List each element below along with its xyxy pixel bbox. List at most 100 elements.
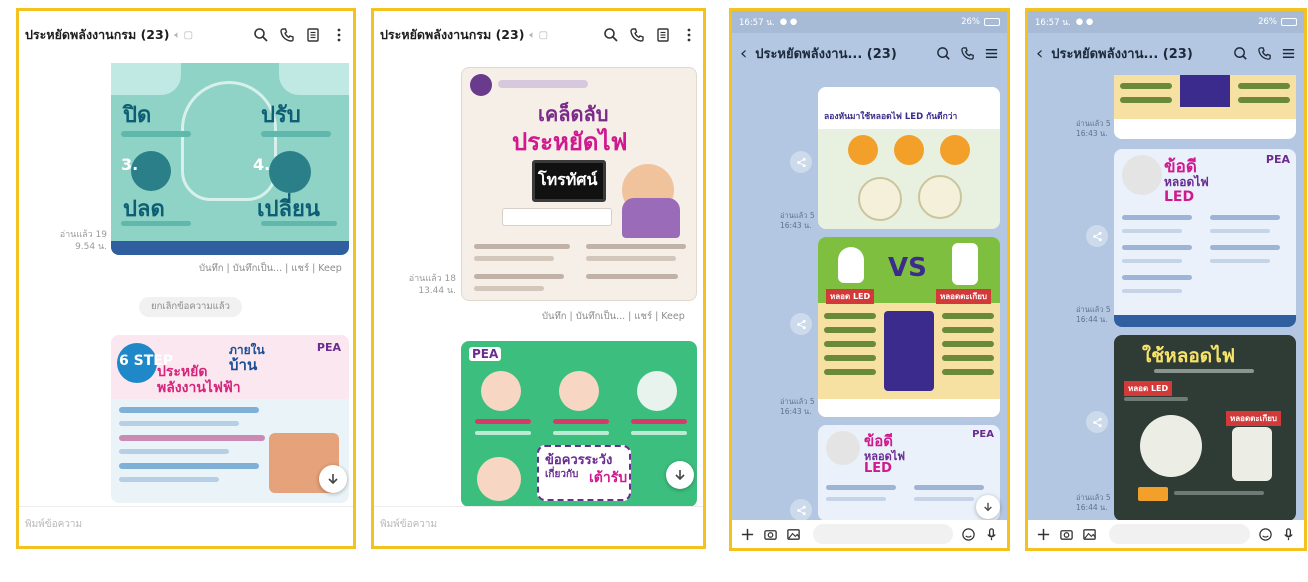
chat-title: ประหยัดพลังงานกรม (23) <box>380 27 525 42</box>
mobile-input-bar <box>1028 520 1304 548</box>
read-count: อ่านแล้ว 18 <box>408 274 456 284</box>
share-button[interactable] <box>790 313 812 335</box>
scroll-down-button[interactable] <box>319 465 347 493</box>
phone-icon[interactable] <box>960 46 975 61</box>
more-menu-icon[interactable] <box>681 27 697 43</box>
share-button[interactable] <box>1086 411 1108 433</box>
chat-header: ‹ ประหยัดพลังงาน... (23) <box>732 33 1007 73</box>
arrow-down-icon <box>984 502 992 512</box>
status-bar: 16:57 น. ● ● 26% <box>1028 11 1304 33</box>
cfl-bulb-icon <box>952 243 978 285</box>
led-bulb-icon <box>838 247 864 283</box>
read-receipt: อ่านแล้ว 5 16:43 น. <box>780 397 815 417</box>
chat-title: ประหยัดพลังงาน... (23) <box>1051 46 1193 62</box>
pea-logo: PEA <box>1265 153 1290 166</box>
chat-panel-mobile-2: 16:57 น. ● ● 26% ‹ ประหยัดพลังงาน... (23… <box>1025 8 1307 551</box>
chat-header: ประหยัดพลังงานกรม (23) 🔈︎ ▢ <box>19 11 353 59</box>
menu-icon[interactable] <box>1281 46 1296 61</box>
socket-safety-poster[interactable]: PEA ข้อควรระวัง เกี่ยวกับ เต้ารับ <box>461 341 697 507</box>
poster-inhome-b: บ้าน <box>229 356 258 374</box>
image-icon[interactable] <box>1082 527 1097 542</box>
mobile-input-bar <box>732 520 1007 548</box>
read-receipt: อ่านแล้ว 5 16:44 น. <box>1076 493 1111 513</box>
read-receipt: อ่านแล้ว 19 9.54 น. <box>49 229 107 253</box>
poster-vs: VS <box>888 253 927 283</box>
share-icon <box>1092 231 1102 241</box>
scroll-down-button[interactable] <box>666 461 694 489</box>
poster-word-off: ปิด <box>123 103 152 128</box>
lightbulb-icon <box>1122 155 1162 195</box>
battery-level: 26% <box>1258 17 1277 27</box>
six-step-poster[interactable]: 6 STEP ภายใน บ้าน ประหยัด พลังงานไฟฟ้า P… <box>111 335 349 503</box>
read-count: อ่านแล้ว 5 <box>780 397 815 406</box>
microphone-icon[interactable] <box>984 527 999 542</box>
lightbulb-icon <box>858 177 902 221</box>
back-arrow-icon[interactable]: ‹ <box>740 43 747 64</box>
phone-icon[interactable] <box>629 27 645 43</box>
pea-logo: PEA <box>316 341 341 354</box>
read-count: อ่านแล้ว 5 <box>780 211 815 220</box>
lightbulb-icon <box>826 431 860 465</box>
camera-icon[interactable] <box>763 527 778 542</box>
poster-number-4: 4. <box>253 155 271 174</box>
tv-saving-poster[interactable]: เคล็ดลับ ประหยัดไฟ โทรทัศน์ <box>461 67 697 301</box>
chat-panel-mobile-1: 16:57 น. ● ● 26% ‹ ประหยัดพลังงาน... (23… <box>729 8 1010 551</box>
image-icon[interactable] <box>786 527 801 542</box>
chat-header: ประหยัดพลังงานกรม (23) 🔈︎ ▢ <box>374 11 703 59</box>
message-actions[interactable]: บันทึก | บันทึกเป็น... | แชร์ | Keep <box>542 309 685 324</box>
message-input[interactable] <box>1109 524 1250 544</box>
emoji-icon[interactable] <box>1258 527 1273 542</box>
emoji-icon[interactable] <box>961 527 976 542</box>
share-button[interactable] <box>1086 225 1108 247</box>
microphone-icon[interactable] <box>1281 527 1296 542</box>
led-vs-cfl-poster-cropped[interactable] <box>1114 75 1296 139</box>
message-input[interactable]: พิมพ์ข้อความ <box>374 506 703 546</box>
phone-icon[interactable] <box>279 27 295 43</box>
battery-level: 26% <box>961 17 980 27</box>
scroll-down-button[interactable] <box>976 495 1000 519</box>
plus-icon[interactable] <box>1036 527 1051 542</box>
poster-line-2: ประหยัดไฟ <box>512 128 628 156</box>
search-icon[interactable] <box>1233 46 1248 61</box>
plus-icon[interactable] <box>740 527 755 542</box>
read-count: อ่านแล้ว 5 <box>1076 493 1111 502</box>
energy-tips-poster[interactable]: ปิด ปรับ 3. 4. ปลด เปลี่ยน <box>111 63 349 255</box>
message-actions[interactable]: บันทึก | บันทึกเป็น... | แชร์ | Keep <box>199 261 342 276</box>
pea-logo: PEA <box>972 429 994 440</box>
arrow-down-icon <box>328 474 338 485</box>
message-input[interactable]: พิมพ์ข้อความ <box>19 506 353 546</box>
menu-icon[interactable] <box>984 46 999 61</box>
share-icon <box>796 157 806 167</box>
read-time: 16:44 น. <box>1076 315 1108 324</box>
phone-icon[interactable] <box>1257 46 1272 61</box>
notes-icon[interactable] <box>305 27 321 43</box>
message-input[interactable] <box>813 524 953 544</box>
search-icon[interactable] <box>936 46 951 61</box>
more-menu-icon[interactable] <box>331 27 347 43</box>
led-benefits-poster[interactable]: ข้อดี หลอดไฟ LED PEA <box>818 425 1000 521</box>
poster-title-b: พลังงานไฟฟ้า <box>157 380 241 396</box>
org-logo-icon <box>470 74 492 96</box>
led-intro-poster[interactable]: ลองหันมาใช้หลอดไฟ LED กันดีกว่า <box>818 87 1000 229</box>
unsent-message-notice: ยกเลิกข้อความแล้ว <box>139 297 242 317</box>
mute-icon: 🔈︎ ▢ <box>529 29 549 41</box>
back-arrow-icon[interactable]: ‹ <box>1036 43 1043 64</box>
led-vs-cfl-poster[interactable]: VS หลอด LED หลอดตะเกียบ <box>818 237 1000 417</box>
led-benefits-poster[interactable]: ข้อดี หลอดไฟ LED PEA <box>1114 149 1296 327</box>
led-chalkboard-poster[interactable]: ใช้หลอดไฟ หลอด LED หลอดตะเกียบ <box>1114 335 1296 521</box>
notes-icon[interactable] <box>655 27 671 43</box>
read-receipt: อ่านแล้ว 5 16:43 น. <box>1076 119 1111 139</box>
poster-headline: ลองหันมาใช้หลอดไฟ LED กันดีกว่า <box>824 112 958 122</box>
search-icon[interactable] <box>603 27 619 43</box>
search-icon[interactable] <box>253 27 269 43</box>
share-button[interactable] <box>790 499 812 521</box>
share-button[interactable] <box>790 151 812 173</box>
share-icon <box>796 505 806 515</box>
share-icon <box>796 319 806 329</box>
read-count: อ่านแล้ว 5 <box>1076 119 1111 128</box>
poster-cfl-label: หลอดตะเกียบ <box>1226 411 1282 426</box>
cfl-bulb-icon <box>1232 427 1272 481</box>
share-icon <box>1092 417 1102 427</box>
read-time: 16:43 น. <box>780 221 812 230</box>
camera-icon[interactable] <box>1059 527 1074 542</box>
